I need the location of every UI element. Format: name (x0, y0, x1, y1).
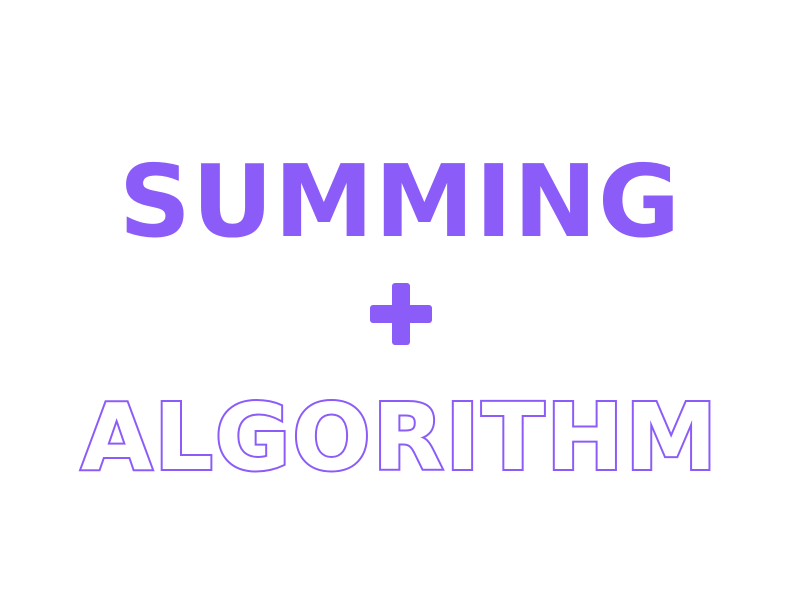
title-line-summing: SUMMING (118, 143, 682, 260)
plus-icon (370, 283, 432, 345)
title-line-algorithm: ALGORITHM (79, 384, 719, 491)
graphic-canvas: SUMMING ALGORITHM (0, 0, 800, 600)
